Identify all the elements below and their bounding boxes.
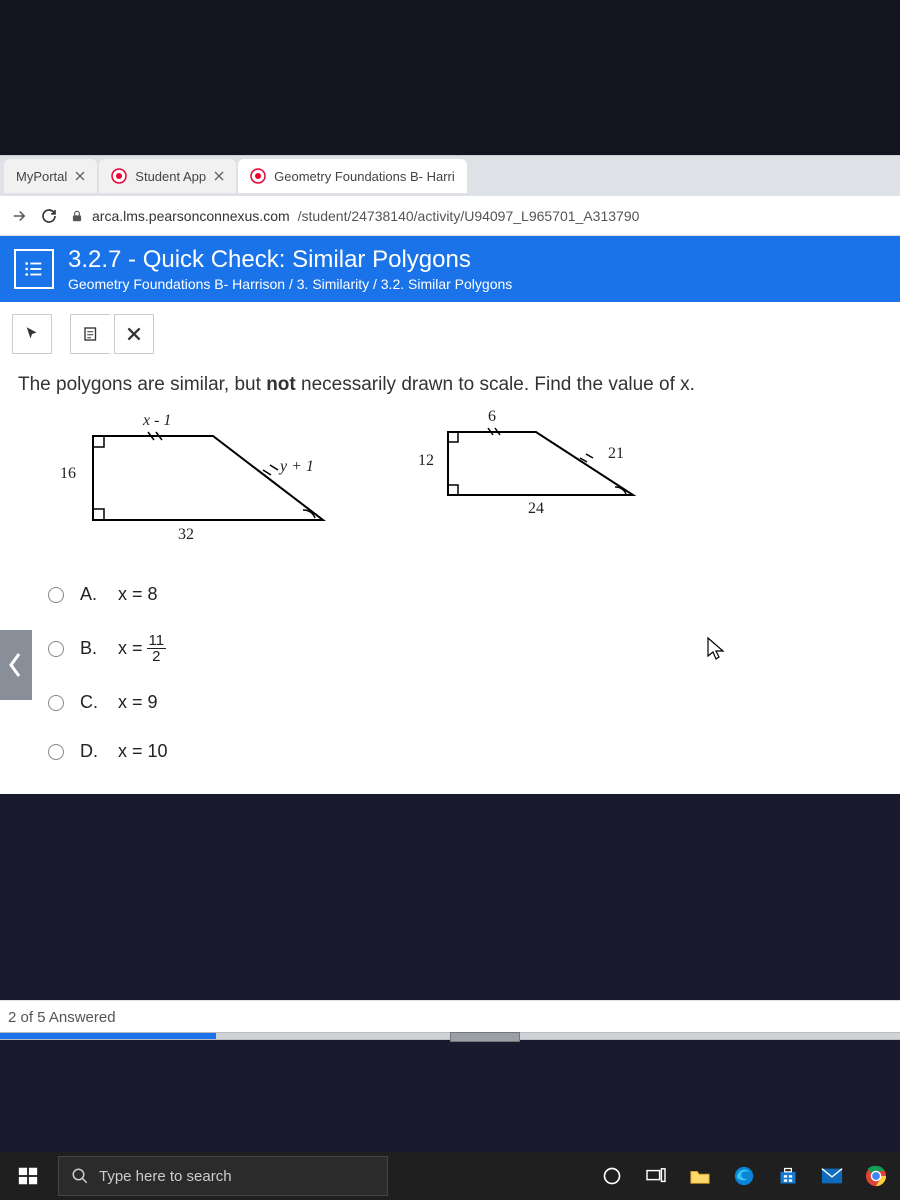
- search-icon: [71, 1167, 89, 1185]
- folder-icon: [689, 1166, 711, 1186]
- fig2-right-label: 21: [608, 445, 624, 463]
- cortana-button[interactable]: [594, 1158, 630, 1194]
- chrome-icon: [865, 1165, 887, 1187]
- windows-taskbar: Type here to search: [0, 1152, 900, 1200]
- progress-track: [0, 1032, 900, 1040]
- choice-letter: A.: [80, 584, 102, 605]
- choice-text: x = 10: [118, 741, 168, 762]
- choice-text: x = 8: [118, 584, 158, 605]
- tab-label: Geometry Foundations B- Harri: [274, 169, 455, 184]
- fig1-right-label: y + 1: [280, 458, 314, 476]
- choice-letter: B.: [80, 638, 102, 659]
- choice-a[interactable]: A. x = 8: [48, 570, 882, 619]
- forward-icon[interactable]: [10, 207, 28, 225]
- url-host: arca.lms.pearsonconnexus.com: [92, 208, 290, 224]
- breadcrumb: Geometry Foundations B- Harrison / 3. Si…: [68, 276, 512, 292]
- fig2-left-label: 12: [418, 452, 434, 470]
- search-placeholder: Type here to search: [99, 1168, 232, 1185]
- clear-tool-button[interactable]: [114, 314, 154, 354]
- fig2-top-label: 6: [488, 408, 496, 426]
- lesson-header: 3.2.7 - Quick Check: Similar Polygons Ge…: [0, 236, 900, 302]
- explorer-button[interactable]: [682, 1158, 718, 1194]
- reload-icon[interactable]: [40, 207, 58, 225]
- tab-geometry[interactable]: Geometry Foundations B- Harri: [238, 159, 467, 193]
- progress-area: 2 of 5 Answered: [0, 1000, 900, 1040]
- radio-icon[interactable]: [48, 695, 64, 711]
- fig1-top-label: x - 1: [143, 412, 171, 430]
- pointer-icon: [23, 325, 41, 343]
- choice-b[interactable]: B. x = 11 2: [48, 619, 882, 678]
- fraction-num: 11: [147, 633, 167, 649]
- tab-label: MyPortal: [16, 169, 67, 184]
- scroll-thumb[interactable]: [450, 1032, 520, 1042]
- list-icon: [23, 258, 45, 280]
- radio-icon[interactable]: [48, 587, 64, 603]
- answer-choices: A. x = 8 B. x = 11 2 C. x = 9 D. x = 10: [48, 570, 882, 776]
- question-toolbar: [0, 302, 900, 362]
- lesson-menu-button[interactable]: [14, 249, 54, 289]
- camera-dark-area: [0, 0, 900, 155]
- taskview-icon: [645, 1167, 667, 1185]
- task-view-button[interactable]: [638, 1158, 674, 1194]
- windows-icon: [17, 1165, 39, 1187]
- choice-pre: x =: [118, 638, 143, 659]
- note-tool-button[interactable]: [70, 314, 110, 354]
- fraction-den: 2: [150, 649, 162, 664]
- note-icon: [82, 325, 100, 343]
- favicon-icon: [250, 168, 266, 184]
- cursor-icon: [705, 636, 727, 662]
- favicon-icon: [111, 168, 127, 184]
- chevron-left-icon: [5, 650, 25, 680]
- question-content: The polygons are similar, but not necess…: [0, 362, 900, 794]
- tab-label: Student App: [135, 169, 206, 184]
- close-icon[interactable]: [75, 171, 85, 181]
- tab-myportal[interactable]: MyPortal: [4, 159, 97, 193]
- choice-c[interactable]: C. x = 9: [48, 678, 882, 727]
- store-icon: [778, 1166, 798, 1186]
- question-text: The polygons are similar, but not necess…: [18, 374, 882, 396]
- edge-icon: [733, 1165, 755, 1187]
- tab-strip: MyPortal Student App Geometry Foundation…: [0, 156, 900, 196]
- prev-question-button[interactable]: [0, 630, 32, 700]
- edge-button[interactable]: [726, 1158, 762, 1194]
- address-bar-row: arca.lms.pearsonconnexus.com/student/247…: [0, 196, 900, 236]
- fig1-left-label: 16: [60, 465, 76, 483]
- chrome-button[interactable]: [858, 1158, 894, 1194]
- question-pre: The polygons are similar, but: [18, 374, 266, 395]
- tab-student-app[interactable]: Student App: [99, 159, 236, 193]
- choice-text: x = 9: [118, 692, 158, 713]
- circle-icon: [602, 1166, 622, 1186]
- taskbar-search[interactable]: Type here to search: [58, 1156, 388, 1196]
- figure-row: x - 1 16 y + 1 32 6 12 21 24: [48, 410, 882, 550]
- lesson-title: 3.2.7 - Quick Check: Similar Polygons: [68, 246, 512, 274]
- question-bold: not: [266, 374, 296, 395]
- progress-label: 2 of 5 Answered: [0, 1005, 900, 1032]
- progress-fill: [0, 1033, 216, 1039]
- fig2-bottom-label: 24: [528, 500, 544, 518]
- url-path: /student/24738140/activity/U94097_L96570…: [298, 208, 640, 224]
- close-icon: [127, 327, 141, 341]
- start-button[interactable]: [6, 1154, 50, 1198]
- url-bar[interactable]: arca.lms.pearsonconnexus.com/student/247…: [70, 208, 890, 224]
- trapezoid-2: 6 12 21 24: [408, 410, 668, 520]
- fig1-bottom-label: 32: [178, 526, 194, 544]
- mail-button[interactable]: [814, 1158, 850, 1194]
- choice-text: x = 11 2: [118, 633, 166, 664]
- choice-letter: C.: [80, 692, 102, 713]
- pointer-tool-button[interactable]: [12, 314, 52, 354]
- close-icon[interactable]: [214, 171, 224, 181]
- radio-icon[interactable]: [48, 641, 64, 657]
- question-post: necessarily drawn to scale. Find the val…: [296, 374, 695, 395]
- lock-icon: [70, 209, 84, 223]
- choice-letter: D.: [80, 741, 102, 762]
- browser-chrome: MyPortal Student App Geometry Foundation…: [0, 155, 900, 236]
- mail-icon: [821, 1167, 843, 1185]
- radio-icon[interactable]: [48, 744, 64, 760]
- fraction: 11 2: [147, 633, 167, 664]
- trapezoid-1: x - 1 16 y + 1 32: [48, 410, 348, 550]
- choice-d[interactable]: D. x = 10: [48, 727, 882, 776]
- store-button[interactable]: [770, 1158, 806, 1194]
